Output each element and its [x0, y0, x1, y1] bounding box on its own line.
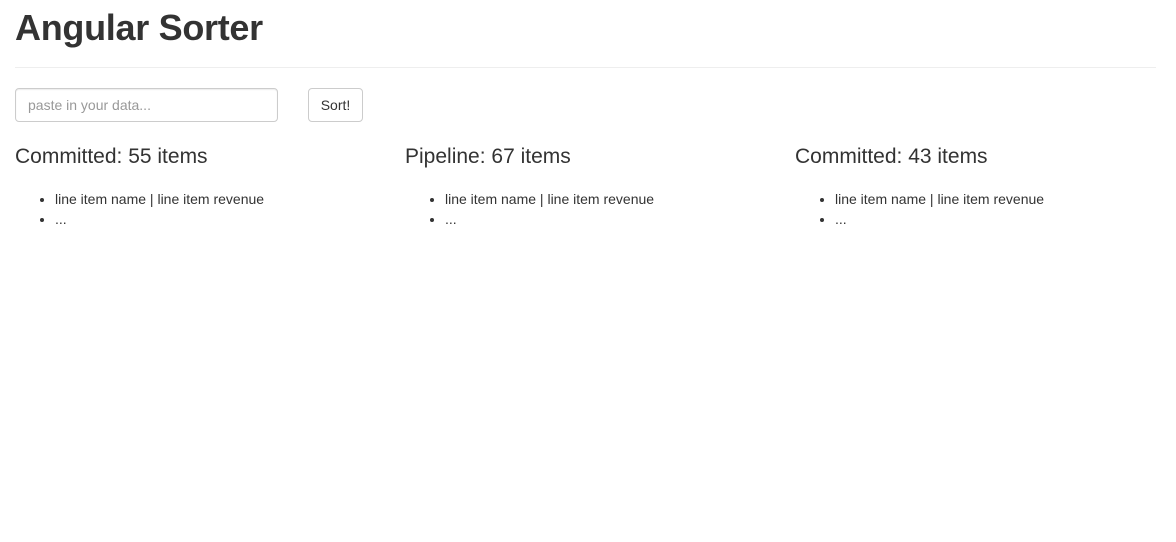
item-list: line item name | line item revenue ...	[405, 189, 775, 229]
item-list: line item name | line item revenue ...	[15, 189, 385, 229]
page: Angular Sorter Sort! Committed: 55 items…	[0, 0, 1176, 542]
column-title: Committed: 43 items	[795, 145, 988, 168]
list-item: line item name | line item revenue	[55, 189, 385, 209]
data-controls: Sort!	[15, 88, 363, 122]
list-item: ...	[55, 209, 385, 229]
sort-button[interactable]: Sort!	[308, 88, 363, 122]
list-item: ...	[835, 209, 1165, 229]
committed-column-2: Committed: 43 items line item name | lin…	[795, 143, 1165, 229]
column-title: Pipeline: 67 items	[405, 145, 571, 168]
data-input[interactable]	[15, 88, 278, 122]
item-list: line item name | line item revenue ...	[795, 189, 1165, 229]
column-title: Committed: 55 items	[15, 145, 208, 168]
page-header: Angular Sorter	[15, 0, 1156, 68]
list-item: line item name | line item revenue	[835, 189, 1165, 209]
committed-column-1: Committed: 55 items line item name | lin…	[15, 143, 385, 229]
page-title: Angular Sorter	[15, 7, 263, 48]
pipeline-column: Pipeline: 67 items line item name | line…	[405, 143, 775, 229]
list-item: line item name | line item revenue	[445, 189, 775, 209]
list-item: ...	[445, 209, 775, 229]
